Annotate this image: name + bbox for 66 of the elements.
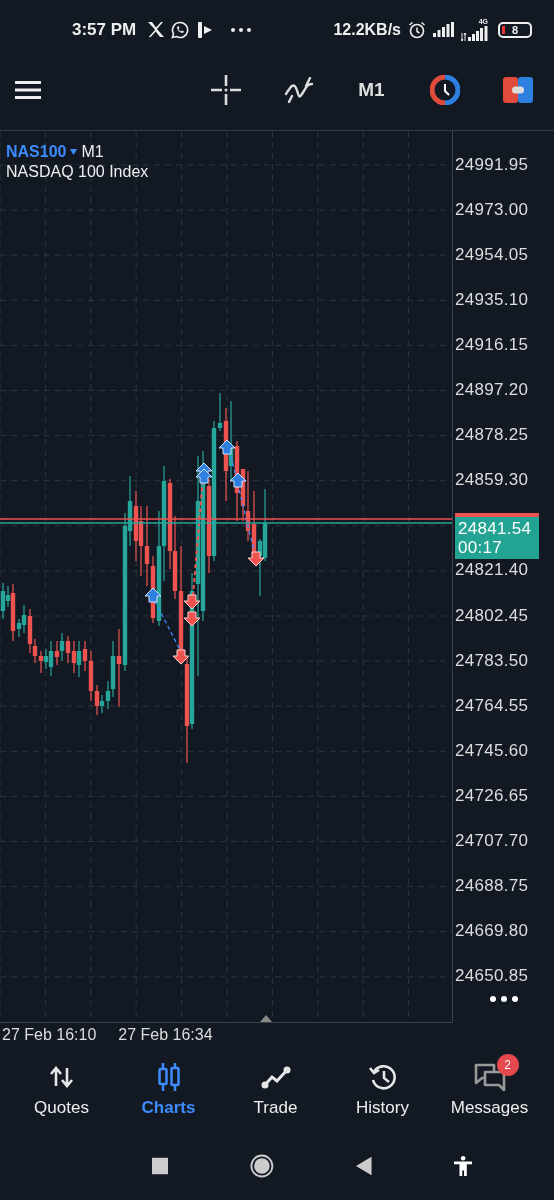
alarm-icon: [408, 20, 426, 39]
status-time: 3:57 PM: [72, 19, 137, 40]
up-arrow-icon: [144, 587, 162, 603]
indicator-icon[interactable]: [283, 76, 314, 103]
battery-level: 8: [511, 23, 519, 36]
price-label: 24726.65: [455, 785, 529, 807]
recents-icon[interactable]: [152, 1157, 169, 1176]
chat-icon: [472, 1061, 507, 1092]
price-label: 24707.70: [455, 830, 529, 853]
nav-tab[interactable]: History: [329, 1051, 436, 1133]
toggle-icon[interactable]: [502, 76, 533, 103]
clock-icon[interactable]: [429, 74, 460, 105]
back-icon[interactable]: [356, 1156, 372, 1177]
up-arrow-icon: [229, 472, 247, 488]
time-label: 27 Feb 16:10: [2, 1025, 97, 1044]
price-label: 24991.95: [455, 153, 529, 176]
current-price: 24841.54: [458, 518, 533, 538]
price-label: 24897.20: [455, 379, 529, 402]
price-label: 24916.15: [455, 334, 529, 356]
symbol-description: NASDAQ 100 Index: [6, 162, 149, 181]
chat-bubble-icon: [171, 20, 190, 39]
notification-badge: 2: [496, 1053, 519, 1076]
signal-icon: [461, 26, 488, 42]
scroll-marker-icon[interactable]: [260, 1014, 272, 1022]
accessibility-icon[interactable]: [453, 1155, 472, 1178]
nav-tab[interactable]: Charts: [115, 1051, 222, 1133]
down-arrow-icon: [183, 594, 201, 610]
candles-icon: [156, 1062, 181, 1091]
down-arrow-icon: [172, 649, 190, 665]
nav-tab[interactable]: Trade: [222, 1051, 329, 1133]
caret-icon[interactable]: [70, 148, 78, 155]
arrows-icon: [49, 1065, 74, 1088]
time-label: 27 Feb 16:34: [118, 1025, 213, 1044]
nav-tab[interactable]: Quotes: [8, 1051, 115, 1133]
price-label: 24859.30: [455, 469, 529, 492]
symbol-label[interactable]: NAS100: [6, 142, 67, 161]
price-label: 24688.75: [455, 875, 529, 898]
signal-icon: [433, 22, 454, 38]
price-label: 24973.00: [455, 198, 529, 221]
price-label: 24745.60: [455, 739, 529, 762]
timeframe-button[interactable]: M1: [354, 76, 389, 103]
price-label: 24878.25: [455, 424, 529, 447]
more-icon: [231, 27, 252, 32]
up-arrow-icon: [195, 468, 213, 484]
nav-tab[interactable]: 2 Messages: [436, 1051, 543, 1133]
price-label: 24783.50: [455, 649, 529, 672]
more-icon[interactable]: [490, 995, 518, 1002]
down-arrow-icon: [247, 551, 265, 567]
history-icon: [367, 1062, 398, 1091]
line-chart-icon: [260, 1064, 291, 1089]
home-icon[interactable]: [250, 1153, 275, 1180]
price-label: 24650.85: [455, 965, 529, 988]
x-logo-icon: [147, 22, 165, 38]
price-label: 24935.10: [455, 288, 529, 311]
crosshair-icon[interactable]: [210, 74, 241, 105]
network-speed: 12.2KB/s: [333, 20, 401, 39]
countdown-label: 00:17: [458, 537, 504, 557]
price-label: 24821.40: [455, 559, 529, 582]
price-label: 24669.80: [455, 920, 529, 943]
up-arrow-icon: [218, 439, 236, 455]
price-label: 24802.45: [455, 604, 529, 627]
price-label: 24954.05: [455, 243, 529, 266]
price-label: 24764.55: [455, 694, 529, 717]
menu-icon[interactable]: [15, 80, 41, 99]
timeframe-label: M1: [81, 142, 104, 161]
down-arrow-icon: [183, 611, 201, 627]
